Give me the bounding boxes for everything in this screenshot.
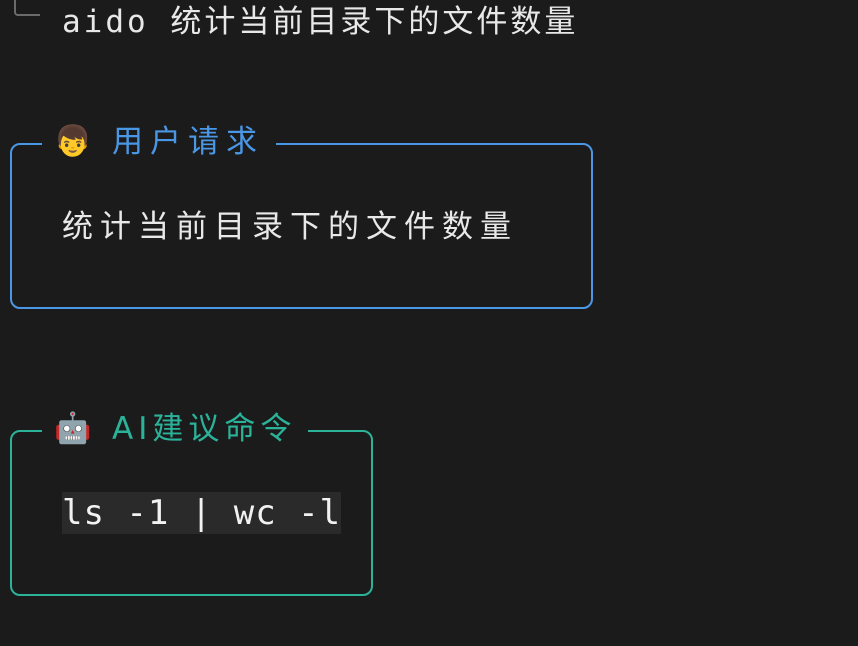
command-prompt-line[interactable]: aido 统计当前目录下的文件数量 bbox=[62, 2, 578, 42]
robot-face-icon: 🤖 bbox=[54, 411, 92, 446]
user-request-text: 统计当前目录下的文件数量 bbox=[62, 209, 518, 245]
suggested-command[interactable]: ls -1 | wc -l bbox=[62, 492, 342, 534]
boy-face-icon: 👦 bbox=[54, 124, 92, 159]
user-request-panel: 👦 用户请求 统计当前目录下的文件数量 bbox=[10, 119, 593, 309]
ai-suggestion-body: ls -1 | wc -l bbox=[62, 492, 342, 534]
ai-suggestion-panel: 🤖 AI建议命令 ls -1 | wc -l bbox=[10, 406, 373, 596]
ai-suggestion-title: AI建议命令 bbox=[112, 411, 297, 447]
ai-suggestion-panel-header: 🤖 AI建议命令 bbox=[42, 406, 309, 452]
prompt-tree-connector bbox=[14, 0, 40, 16]
user-request-panel-header: 👦 用户请求 bbox=[42, 119, 276, 165]
user-request-title: 用户请求 bbox=[112, 124, 264, 160]
